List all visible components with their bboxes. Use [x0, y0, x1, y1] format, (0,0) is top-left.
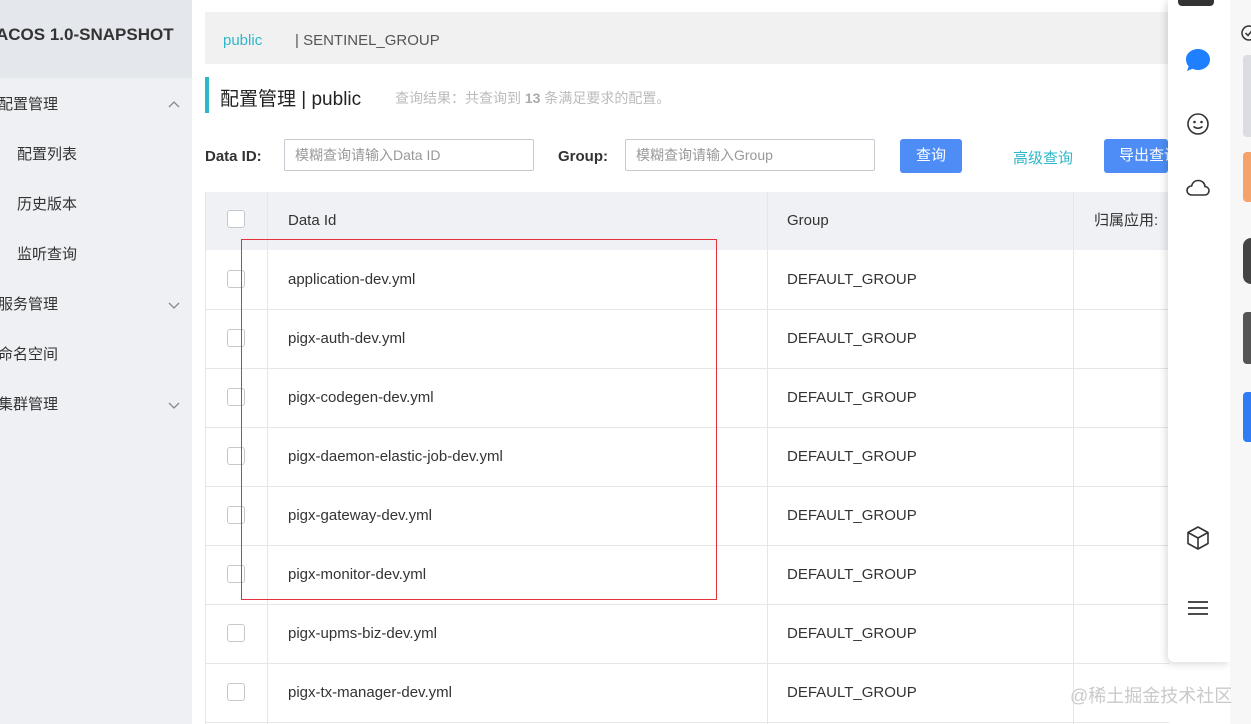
sidebar-item-label: 集群管理 [0, 396, 59, 413]
sidebar-item-cluster-management[interactable]: 集群管理 [0, 380, 192, 430]
row-checkbox[interactable] [227, 447, 245, 465]
page-title: 配置管理 | public [220, 89, 362, 110]
sidebar-item-label: 监听查询 [17, 246, 78, 263]
group-cell: DEFAULT_GROUP [787, 566, 917, 583]
row-checkbox[interactable] [227, 329, 245, 347]
group-label: Group: [558, 148, 608, 165]
data-id-cell: pigx-upms-biz-dev.yml [288, 625, 437, 642]
query-button[interactable]: 查询 [900, 139, 962, 173]
group-cell: DEFAULT_GROUP [787, 330, 917, 347]
title-accent-bar [205, 77, 209, 113]
namespace-bar: public | SENTINEL_GROUP [205, 12, 1168, 64]
avatar-thumbnail [1243, 55, 1251, 137]
data-id-cell: pigx-gateway-dev.yml [288, 507, 432, 524]
group-cell: DEFAULT_GROUP [787, 684, 917, 701]
sidebar-item-label: 命名空间 [0, 346, 59, 363]
config-table: Data Id Group 归属应用: application-dev.yml … [205, 192, 1169, 724]
group-cell: DEFAULT_GROUP [787, 448, 917, 465]
table-row: pigx-codegen-dev.yml DEFAULT_GROUP [206, 369, 1169, 428]
row-checkbox[interactable] [227, 683, 245, 701]
sidebar-item-namespace[interactable]: 命名空间 [0, 330, 192, 380]
chevron-up-icon [168, 101, 180, 108]
table-row: pigx-gateway-dev.yml DEFAULT_GROUP [206, 487, 1169, 546]
data-id-cell: pigx-daemon-elastic-job-dev.yml [288, 448, 503, 465]
row-checkbox[interactable] [227, 624, 245, 642]
avatar-thumbnail [1243, 312, 1251, 364]
advanced-query-link[interactable]: 高级查询 [1013, 147, 1073, 168]
table-header: Data Id Group 归属应用: [206, 192, 1169, 250]
data-id-label: Data ID: [205, 148, 262, 165]
row-checkbox[interactable] [227, 388, 245, 406]
blue-card [1243, 392, 1251, 442]
row-checkbox[interactable] [227, 565, 245, 583]
group-cell: DEFAULT_GROUP [787, 625, 917, 642]
sidebar-item-label: 服务管理 [0, 296, 59, 313]
watermark: @稀土掘金技术社区 [1070, 686, 1233, 706]
table-row: pigx-daemon-elastic-job-dev.yml DEFAULT_… [206, 428, 1169, 487]
chat-bubble-icon[interactable] [1184, 46, 1212, 74]
orange-card [1243, 152, 1251, 202]
sidebar-item-listener-query[interactable]: 监听查询 [0, 230, 192, 280]
row-checkbox[interactable] [227, 506, 245, 524]
chevron-down-icon [168, 302, 180, 309]
result-prefix: 查询结果：共查询到 [395, 90, 521, 106]
table-row: application-dev.yml DEFAULT_GROUP [206, 251, 1169, 310]
data-id-search-input[interactable] [284, 139, 534, 171]
sidebar-item-label: 历史版本 [17, 196, 78, 213]
cube-icon[interactable] [1184, 524, 1212, 552]
sidebar: ACOS 1.0-SNAPSHOT 配置管理 配置列表 历史版本 监听查询 服务… [0, 0, 192, 724]
group-cell: DEFAULT_GROUP [787, 507, 917, 524]
main-content: public | SENTINEL_GROUP 配置管理 | public 查询… [192, 0, 1169, 724]
sidebar-item-label: 配置列表 [17, 146, 78, 163]
result-suffix: 条满足要求的配置。 [544, 90, 671, 106]
menu-icon[interactable] [1184, 594, 1212, 622]
sidebar-item-service-management[interactable]: 服务管理 [0, 280, 192, 330]
group-cell: DEFAULT_GROUP [787, 389, 917, 406]
sidebar-item-config-management[interactable]: 配置管理 [0, 80, 192, 130]
cloud-icon[interactable] [1184, 174, 1212, 202]
table-row: pigx-monitor-dev.yml DEFAULT_GROUP [206, 546, 1169, 605]
table-row: pigx-upms-biz-dev.yml DEFAULT_GROUP [206, 605, 1169, 664]
export-query-button[interactable]: 导出查询 [1104, 139, 1168, 173]
right-edge-panel [1230, 0, 1251, 724]
namespace-link-public[interactable]: public [223, 32, 262, 49]
row-checkbox[interactable] [227, 270, 245, 288]
sidebar-item-config-list[interactable]: 配置列表 [0, 130, 192, 180]
chevron-down-icon [168, 402, 180, 409]
column-header-data-id: Data Id [288, 212, 337, 229]
namespace-group-label: | SENTINEL_GROUP [295, 32, 440, 49]
data-id-cell: pigx-tx-manager-dev.yml [288, 684, 452, 701]
column-header-group: Group [787, 212, 829, 229]
query-result-text: 查询结果：共查询到 13 条满足要求的配置。 [395, 88, 670, 108]
table-row: pigx-auth-dev.yml DEFAULT_GROUP [206, 310, 1169, 369]
sidebar-item-label: 配置管理 [0, 96, 59, 113]
group-search-input[interactable] [625, 139, 875, 171]
avatar-thumbnail [1243, 238, 1251, 284]
data-id-cell: application-dev.yml [288, 271, 416, 288]
data-id-cell: pigx-codegen-dev.yml [288, 389, 434, 406]
column-header-app: 归属应用: [1094, 212, 1159, 229]
check-circle-icon [1241, 25, 1251, 41]
face-icon[interactable] [1184, 110, 1212, 138]
brand-title: ACOS 1.0-SNAPSHOT [0, 0, 192, 78]
group-cell: DEFAULT_GROUP [787, 271, 917, 288]
table-row: pigx-tx-manager-dev.yml DEFAULT_GROUP [206, 664, 1169, 723]
sidebar-item-history[interactable]: 历史版本 [0, 180, 192, 230]
select-all-checkbox[interactable] [227, 210, 245, 228]
data-id-cell: pigx-monitor-dev.yml [288, 566, 427, 583]
floating-toolbar [1168, 0, 1230, 662]
avatar-icon [1178, 0, 1214, 6]
data-id-cell: pigx-auth-dev.yml [288, 330, 406, 347]
result-count: 13 [524, 90, 541, 106]
